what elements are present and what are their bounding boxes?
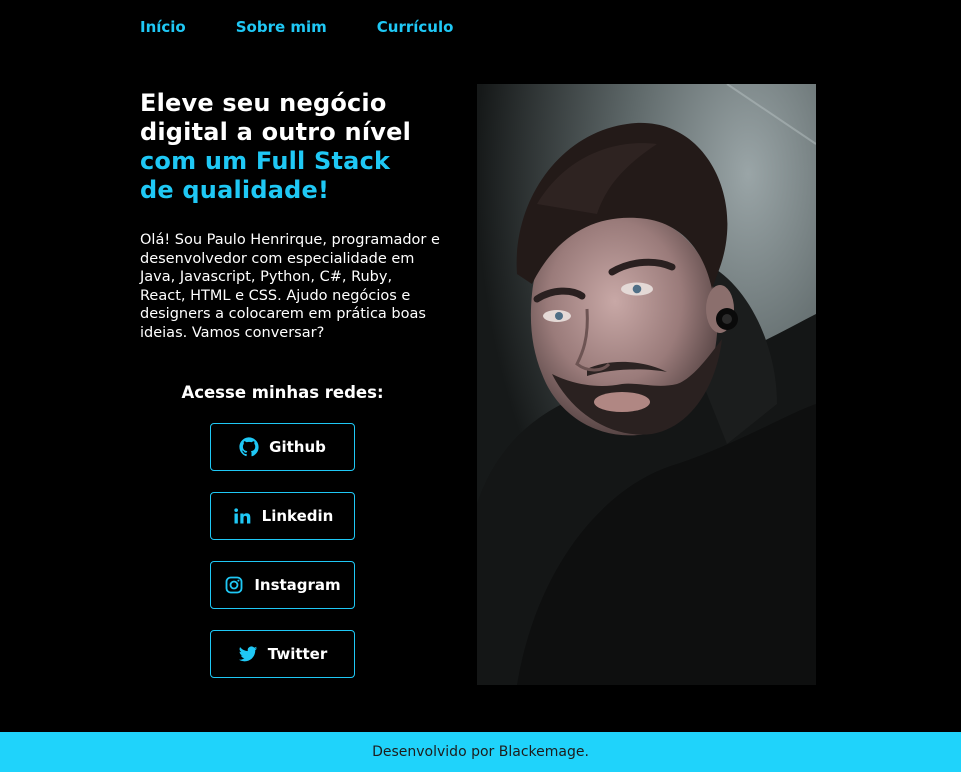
linkedin-button[interactable]: Linkedin (210, 492, 355, 540)
headline-line-3: com um Full Stack (140, 147, 391, 175)
linkedin-icon (233, 508, 250, 524)
linkedin-button-label: Linkedin (261, 507, 334, 525)
profile-photo (477, 84, 816, 685)
nav-link-inicio[interactable]: Início (140, 16, 186, 38)
headline-line-4: de qualidade! (140, 176, 330, 204)
github-icon (239, 437, 259, 457)
twitter-icon (238, 646, 257, 662)
instagram-button-label: Instagram (254, 576, 341, 594)
page-footer: Desenvolvido por Blackemage. (0, 732, 961, 772)
top-navigation: Início Sobre mim Currículo (140, 16, 503, 38)
headline-line-1: Eleve seu negócio (140, 89, 387, 117)
nav-link-sobre-mim[interactable]: Sobre mim (236, 16, 327, 38)
github-button[interactable]: Github (210, 423, 355, 471)
nav-link-curriculo[interactable]: Currículo (377, 16, 454, 38)
portrait-illustration (477, 84, 816, 685)
social-section-title: Acesse minhas redes: (181, 383, 384, 402)
headline-line-2: digital a outro nível (140, 118, 412, 146)
instagram-icon (225, 576, 243, 594)
hero-headline: Eleve seu negócio digital a outro nível … (140, 89, 460, 205)
page: Início Sobre mim Currículo Eleve seu neg… (0, 0, 961, 772)
twitter-button[interactable]: Twitter (210, 630, 355, 678)
github-button-label: Github (269, 438, 326, 456)
twitter-button-label: Twitter (267, 645, 328, 663)
footer-text: Desenvolvido por Blackemage. (372, 744, 589, 760)
intro-paragraph: Olá! Sou Paulo Henrirque, programador e … (140, 232, 440, 341)
instagram-button[interactable]: Instagram (210, 561, 355, 609)
